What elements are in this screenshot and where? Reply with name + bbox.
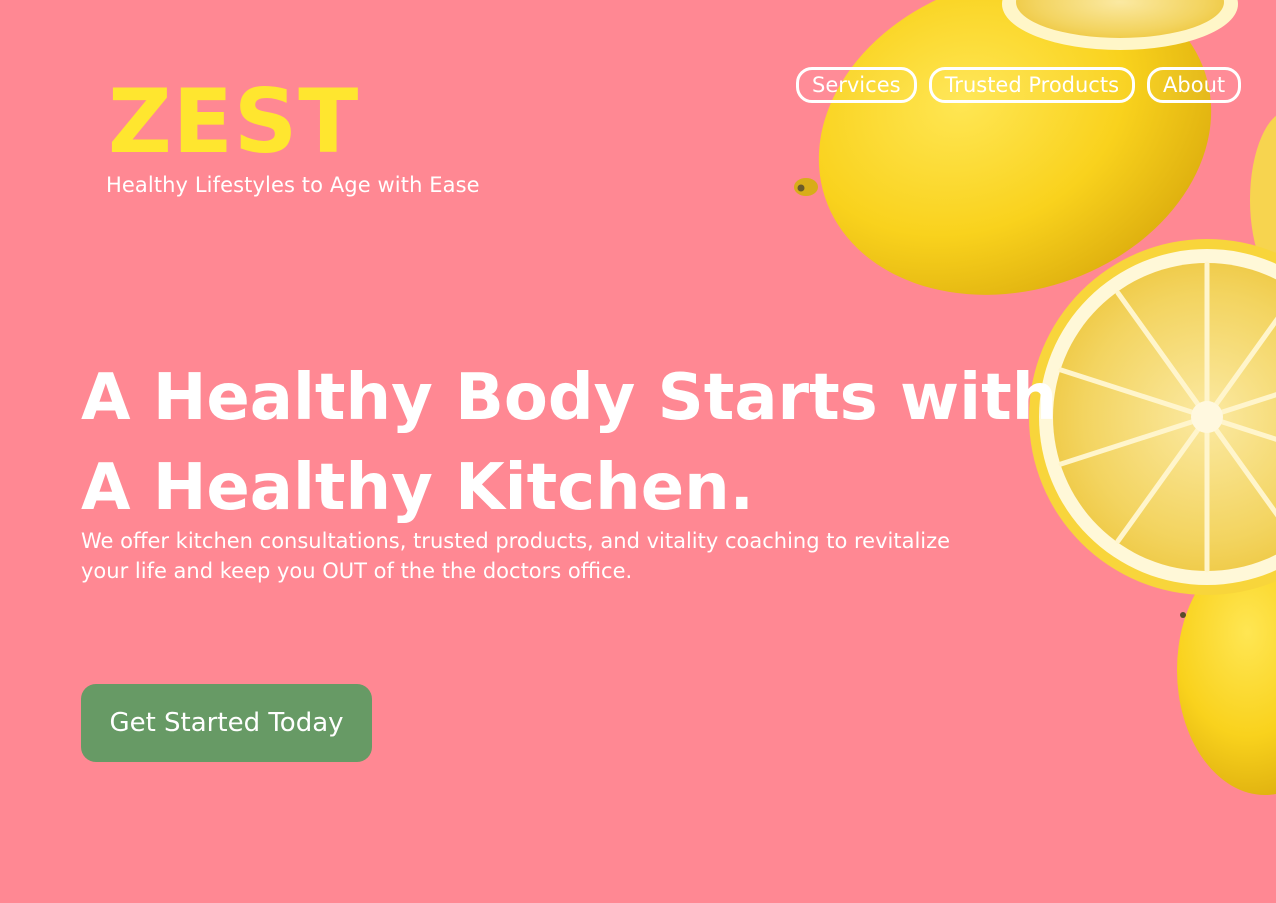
hero-title-line-1: A Healthy Body Starts with xyxy=(81,361,1058,435)
brand-tagline: Healthy Lifestyles to Age with Ease xyxy=(106,173,480,197)
lemon-slice-top xyxy=(1002,0,1238,50)
hero-title-line-2: A Healthy Kitchen. xyxy=(81,451,754,525)
whole-lemon xyxy=(794,0,1212,295)
lemon-sliver-right xyxy=(1250,115,1276,285)
lemon-bottom-right xyxy=(1177,545,1276,795)
brand: ZEST Healthy Lifestyles to Age with Ease xyxy=(106,74,480,199)
hero-subtitle-line-2: your life and keep you OUT of the the do… xyxy=(81,559,633,583)
brand-logo[interactable]: ZEST xyxy=(108,74,480,170)
main-nav: Services Trusted Products About xyxy=(796,67,1242,103)
hero-subtitle: We offer kitchen consultations, trusted … xyxy=(81,526,1011,586)
lemon-slice xyxy=(1029,239,1276,595)
page: ZEST Healthy Lifestyles to Age with Ease… xyxy=(0,0,1276,903)
get-started-button[interactable]: Get Started Today xyxy=(81,684,372,762)
hero-title: A Healthy Body Starts with A Healthy Kit… xyxy=(81,353,1058,533)
nav-trusted-products-link[interactable]: Trusted Products xyxy=(928,67,1136,103)
hero-subtitle-line-1: We offer kitchen consultations, trusted … xyxy=(81,529,951,553)
nav-about-link[interactable]: About xyxy=(1147,67,1242,103)
nav-services-link[interactable]: Services xyxy=(796,67,917,103)
